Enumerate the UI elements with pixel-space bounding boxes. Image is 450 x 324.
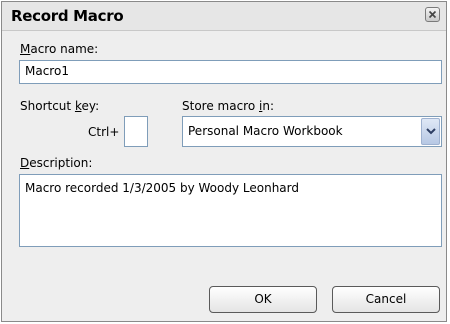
macro-name-label: Macro name: <box>20 42 99 56</box>
cancel-button[interactable]: Cancel <box>332 286 440 313</box>
dropdown-button[interactable] <box>421 118 440 145</box>
ok-button[interactable]: OK <box>209 286 317 313</box>
description-label: Description: <box>20 156 93 170</box>
title-bar: Record Macro <box>2 2 446 31</box>
record-macro-dialog: Record Macro Macro name: Macro1 Shortcut… <box>1 1 447 322</box>
store-macro-select[interactable]: Personal Macro Workbook <box>182 116 442 147</box>
ctrl-prefix-label: Ctrl+ <box>88 125 120 139</box>
close-icon <box>428 10 437 19</box>
store-macro-label: Store macro in: <box>182 99 274 113</box>
description-textarea[interactable]: Macro recorded 1/3/2005 by Woody Leonhar… <box>19 174 442 247</box>
shortcut-key-label: Shortcut key: <box>20 99 100 113</box>
store-macro-selected-value: Personal Macro Workbook <box>188 124 343 138</box>
close-button[interactable] <box>425 7 440 22</box>
shortcut-key-input[interactable] <box>124 116 148 147</box>
dialog-title: Record Macro <box>11 7 124 25</box>
macro-name-input[interactable]: Macro1 <box>19 60 442 84</box>
chevron-down-icon <box>426 128 436 135</box>
